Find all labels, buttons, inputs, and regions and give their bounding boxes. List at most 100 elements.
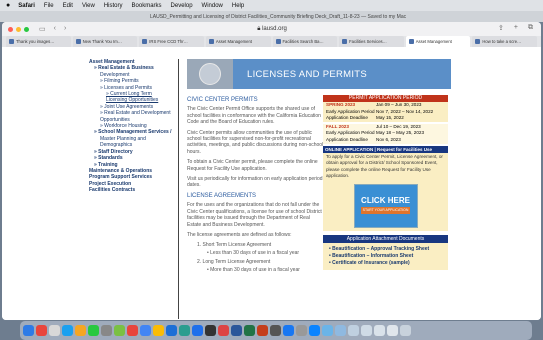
dock-app-icon[interactable] — [166, 325, 177, 336]
tab-1[interactable]: New Thank You Im… — [72, 36, 138, 47]
tab-0[interactable]: Thank you images… — [6, 36, 71, 47]
attachment-link[interactable]: • Beautification – Approval Tracking She… — [329, 246, 442, 253]
dock-app-icon[interactable] — [114, 325, 125, 336]
dock-app-icon[interactable] — [374, 325, 385, 336]
tab-6[interactable]: Asset Management — [405, 36, 471, 47]
dock-app-icon[interactable] — [205, 325, 216, 336]
tab-bar: Thank you images… New Thank You Im… IRS Fr… — [2, 36, 541, 47]
deadline-value: Nov 6, 2023 — [376, 136, 401, 142]
menu-file[interactable]: File — [44, 3, 54, 9]
attachment-link[interactable]: • Beautification – Information Sheet — [329, 253, 442, 260]
civic-permits-heading: CIVIC CENTER PERMITS — [187, 97, 258, 103]
dock-app-icon[interactable] — [348, 325, 359, 336]
dock-app-icon[interactable] — [192, 325, 203, 336]
attachment-link[interactable]: • Certificate of Insurance (sample) — [329, 260, 442, 267]
back-icon[interactable]: ‹ — [54, 25, 56, 33]
dock-app-icon[interactable] — [36, 325, 47, 336]
dock-app-icon[interactable] — [335, 325, 346, 336]
forward-icon[interactable]: › — [64, 25, 66, 33]
paragraph: The Civic Center Permit Office supports … — [187, 106, 321, 126]
menu-safari[interactable]: Safari — [18, 3, 35, 9]
application-sidebar: PERMIT APPLICATION PERIOD SPRING 2023 Jan… — [323, 95, 448, 270]
tab-5[interactable]: Facilities Services… — [339, 36, 404, 47]
dock-app-icon[interactable] — [49, 325, 60, 336]
main-text: CIVIC CENTER PERMITS The Civic Center Pe… — [187, 95, 325, 274]
dock-app-icon[interactable] — [257, 325, 268, 336]
menu-develop[interactable]: Develop — [171, 3, 193, 9]
list-item: 1. Short Term License Agreement — [197, 242, 272, 249]
online-application-header: ONLINE APPLICATION | Request for Facilit… — [323, 145, 448, 153]
dock-app-icon[interactable] — [23, 325, 34, 336]
dock-app-icon[interactable] — [283, 325, 294, 336]
menu-edit[interactable]: Edit — [63, 3, 73, 9]
address-bar[interactable]: 🔒︎ lausd.org — [202, 24, 342, 34]
dock-app-icon[interactable] — [218, 325, 229, 336]
menu-view[interactable]: View — [82, 3, 95, 9]
zoom-button[interactable] — [24, 26, 29, 32]
dock-app-icon[interactable] — [88, 325, 99, 336]
nav-item[interactable]: Facilities Contracts — [89, 187, 175, 193]
dock-app-icon[interactable] — [400, 325, 411, 336]
tab-overview-icon[interactable]: ⧉ — [528, 24, 533, 32]
season-dates: Jan 09 – Jun 30, 2023 — [376, 102, 422, 107]
dock-app-icon[interactable] — [361, 325, 372, 336]
dock-app-icon[interactable] — [101, 325, 112, 336]
window-controls — [8, 26, 29, 32]
season-label: SPRING 2023 — [326, 102, 356, 107]
dock-app-icon[interactable] — [387, 325, 398, 336]
tab-label: IRS Free CCD Thr… — [149, 39, 188, 44]
dock — [20, 321, 532, 340]
dock-app-icon[interactable] — [127, 325, 138, 336]
favicon-icon — [275, 39, 281, 44]
dock-app-icon[interactable] — [153, 325, 164, 336]
paragraph: The license agreements are defined as fo… — [187, 231, 292, 238]
paragraph: Visit us periodically for information on… — [187, 176, 323, 189]
apple-menu-icon[interactable]: ● — [6, 2, 10, 9]
minimize-button[interactable] — [16, 26, 21, 32]
tab-2[interactable]: IRS Free CCD Thr… — [139, 36, 204, 47]
season-dates: Jul 10 – Dec 19, 2023 — [376, 123, 421, 129]
left-navigation: Asset Management» Real Estate & Business… — [89, 59, 175, 194]
dock-app-icon[interactable] — [322, 325, 333, 336]
tab-3[interactable]: Asset Management — [205, 36, 271, 47]
click-here-button[interactable]: CLICK HERE START YOUR APPLICATION — [353, 183, 418, 228]
dock-app-icon[interactable] — [309, 325, 320, 336]
nav-item[interactable]: » School Management Services / — [89, 129, 175, 135]
dock-app-icon[interactable] — [296, 325, 307, 336]
close-button[interactable] — [8, 26, 13, 32]
dock-app-icon[interactable] — [62, 325, 73, 336]
attachment-list: • Beautification – Approval Tracking She… — [323, 242, 448, 270]
click-here-area: CLICK HERE START YOUR APPLICATION — [323, 180, 448, 231]
new-tab-icon[interactable]: + — [514, 24, 518, 32]
favicon-icon — [475, 39, 481, 44]
paragraph: For the uses and the organizations that … — [187, 202, 322, 228]
tab-label: Facilities Search Ba… — [282, 39, 324, 44]
dock-app-icon[interactable] — [231, 325, 242, 336]
nav-item[interactable]: » Real Estate and Development — [89, 110, 175, 116]
share-icon[interactable]: ⇪ — [498, 24, 504, 32]
favicon-icon — [75, 39, 81, 44]
dock-app-icon[interactable] — [270, 325, 281, 336]
dock-app-icon[interactable] — [75, 325, 86, 336]
sidebar-icon[interactable]: ▭ — [39, 25, 46, 33]
menu-help[interactable]: Help — [232, 3, 244, 9]
document-title: LAUSD_Permitting and Licensing of Distri… — [150, 14, 407, 20]
url-text: lausd.org — [262, 26, 287, 32]
dock-app-icon[interactable] — [244, 325, 255, 336]
menu-window[interactable]: Window — [202, 3, 223, 9]
divider — [178, 59, 179, 319]
tab-7[interactable]: How to take a scre… — [472, 36, 537, 47]
menu-bookmarks[interactable]: Bookmarks — [132, 3, 162, 9]
tab-label: How to take a scre… — [482, 39, 522, 44]
favicon-icon — [342, 39, 348, 44]
lock-icon: 🔒︎ — [257, 26, 261, 32]
document-title-bar: LAUSD_Permitting and Licensing of Distri… — [0, 11, 543, 22]
menu-history[interactable]: History — [104, 3, 123, 9]
dock-app-icon[interactable] — [179, 325, 190, 336]
tab-4[interactable]: Facilities Search Ba… — [272, 36, 338, 47]
dock-app-icon[interactable] — [140, 325, 151, 336]
attachment-header: Application Attachment Documents — [323, 234, 448, 243]
tab-label: Thank you images… — [16, 39, 55, 44]
browser-toolbar: ▭ ‹ › 🔒︎ lausd.org ⇪ + ⧉ — [2, 22, 541, 36]
paragraph: Civic Center permits allow communities t… — [187, 129, 324, 155]
